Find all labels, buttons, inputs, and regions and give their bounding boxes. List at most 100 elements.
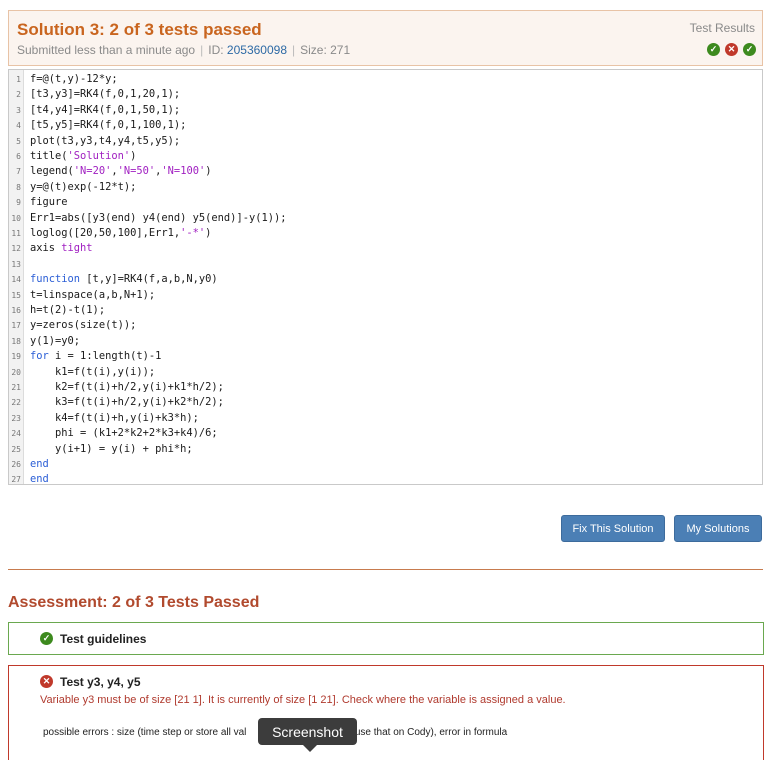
code-line: 3 [t4,y4]=RK4(f,0,1,50,1); bbox=[9, 103, 749, 118]
code-line: 12 axis tight bbox=[9, 241, 749, 256]
test-failure-message: Variable y3 must be of size [21 1]. It i… bbox=[40, 694, 566, 706]
line-number: 26 bbox=[11, 460, 21, 469]
line-number: 5 bbox=[16, 136, 21, 146]
test-results-icons: ✓ ✕ ✓ bbox=[707, 43, 756, 56]
code-keyword: end bbox=[30, 458, 49, 470]
line-number: 25 bbox=[11, 444, 21, 454]
code-text: title('Solution') bbox=[30, 149, 136, 164]
id-label: ID: bbox=[208, 43, 224, 57]
line-number: 3 bbox=[16, 105, 21, 115]
code-token: [t3,y3]=RK4(f,0,1,20,1); bbox=[30, 88, 181, 101]
code-text: y=@(t)exp(-12*t); bbox=[30, 180, 136, 195]
code-token: figure bbox=[30, 196, 68, 209]
code-line: 27 end bbox=[9, 472, 749, 487]
line-number: 8 bbox=[16, 182, 21, 192]
code-text: end bbox=[30, 472, 49, 487]
code-token: loglog([20,50,100],Err1, bbox=[30, 227, 181, 239]
line-number: 22 bbox=[11, 398, 21, 408]
code-line: 19 for i = 1:length(t)-1 bbox=[9, 349, 749, 364]
line-number: 13 bbox=[11, 259, 21, 269]
line-number: 17 bbox=[11, 321, 21, 331]
code-text: k3=f(t(i)+h/2,y(i)+k2*h/2); bbox=[30, 395, 224, 410]
code-line: 22 k3=f(t(i)+h/2,y(i)+k2*h/2); bbox=[9, 395, 749, 410]
code-keyword: function bbox=[30, 273, 81, 286]
code-string: 'Solution' bbox=[67, 150, 131, 162]
line-number: 7 bbox=[16, 167, 21, 177]
code-token: k1=f(t(i),y(i)); bbox=[30, 365, 156, 378]
line-number: 15 bbox=[11, 290, 21, 300]
line-number: 10 bbox=[11, 213, 21, 223]
code-line: 25 y(i+1) = y(i) + phi*h; bbox=[9, 442, 749, 457]
check-icon: ✓ bbox=[743, 43, 756, 56]
code-text: [t3,y3]=RK4(f,0,1,20,1); bbox=[30, 87, 180, 102]
solution-header: Solution 3: 2 of 3 tests passed Submitte… bbox=[8, 10, 763, 66]
meta-separator: | bbox=[200, 43, 204, 57]
my-solutions-button[interactable]: My Solutions bbox=[674, 515, 762, 542]
solution-meta: Submitted less than a minute ago | ID: 205… bbox=[17, 43, 350, 57]
code-line: 18 y(1)=y0; bbox=[9, 334, 749, 349]
line-number: 1 bbox=[16, 75, 21, 84]
check-icon: ✓ bbox=[707, 43, 720, 56]
solution-title: Solution 3: 2 of 3 tests passed bbox=[17, 20, 262, 39]
test-result-pass[interactable]: ✓ Test guidelines bbox=[8, 622, 764, 655]
line-number: 16 bbox=[11, 306, 21, 315]
code-token: ) bbox=[205, 165, 212, 178]
line-number: 18 bbox=[11, 336, 21, 346]
test-name: Test guidelines bbox=[60, 632, 147, 646]
code-token: plot(t3,y3,t4,y4,t5,y5); bbox=[30, 134, 181, 147]
line-number: 20 bbox=[11, 367, 21, 377]
code-token: Err1=abs([y3(end) y4(end) y5(end)]-y(1))… bbox=[30, 211, 287, 224]
line-number: 27 bbox=[11, 475, 21, 485]
line-number: 14 bbox=[11, 275, 21, 285]
code-line: 20 k1=f(t(i),y(i)); bbox=[9, 365, 749, 380]
line-number: 2 bbox=[16, 90, 21, 100]
line-number: 12 bbox=[11, 244, 21, 254]
screenshot-tooltip: Screenshot bbox=[258, 718, 357, 745]
code-line: 23 k4=f(t(i)+h,y(i)+k3*h); bbox=[9, 411, 749, 426]
possible-errors-end: 't use that on Cody), error in formula bbox=[347, 727, 508, 738]
fix-solution-button[interactable]: Fix This Solution bbox=[561, 515, 665, 542]
code-editor[interactable]: 1 f=@(t,y)-12*y; 2 [t3,y3]=RK4(f,0,1,20,1);… bbox=[8, 69, 763, 485]
code-token: y=zeros(size(t)); bbox=[30, 319, 137, 332]
code-line: 21 k2=f(t(i)+h/2,y(i)+k1*h/2); bbox=[9, 380, 749, 395]
code-line: 6 title('Solution') bbox=[9, 149, 749, 164]
code-token: title( bbox=[30, 150, 68, 162]
code-text: Err1=abs([y3(end) y4(end) y5(end)]-y(1))… bbox=[30, 211, 286, 226]
test-results-label: Test Results bbox=[689, 21, 755, 35]
code-line: 13 bbox=[9, 257, 749, 272]
line-number: 6 bbox=[16, 152, 21, 161]
code-string: 'N=100' bbox=[161, 165, 206, 178]
line-number: 19 bbox=[11, 352, 21, 362]
code-token: h=t(2)-t(1); bbox=[30, 304, 106, 316]
solution-id-link[interactable]: 205360098 bbox=[227, 43, 287, 57]
code-token: [t4,y4]=RK4(f,0,1,50,1); bbox=[30, 103, 181, 116]
x-icon: ✕ bbox=[40, 675, 53, 688]
code-token: legend( bbox=[30, 165, 74, 178]
code-token: axis bbox=[30, 242, 62, 255]
line-number: 11 bbox=[11, 229, 21, 238]
code-text: [t4,y4]=RK4(f,0,1,50,1); bbox=[30, 103, 180, 118]
code-string: '-*' bbox=[180, 227, 206, 239]
code-token: y(i+1) = y(i) + phi*h; bbox=[30, 442, 193, 455]
code-line: 2 [t3,y3]=RK4(f,0,1,20,1); bbox=[9, 87, 749, 102]
code-keyword: end bbox=[30, 473, 49, 486]
code-token: ) bbox=[130, 150, 137, 162]
code-text: y=zeros(size(t)); bbox=[30, 318, 136, 333]
code-line: 7 legend('N=20','N=50','N=100') bbox=[9, 164, 749, 179]
code-line: 14 function [t,y]=RK4(f,a,b,N,y0) bbox=[9, 272, 749, 287]
code-token: k4=f(t(i)+h,y(i)+k3*h); bbox=[30, 411, 199, 424]
code-text: figure bbox=[30, 195, 68, 210]
code-line: 17 y=zeros(size(t)); bbox=[9, 318, 749, 333]
section-divider bbox=[8, 569, 763, 570]
code-text: k4=f(t(i)+h,y(i)+k3*h); bbox=[30, 411, 199, 426]
code-text: t=linspace(a,b,N+1); bbox=[30, 288, 155, 303]
code-text: k2=f(t(i)+h/2,y(i)+k1*h/2); bbox=[30, 380, 224, 395]
test-result-fail[interactable]: ✕ Test y3, y4, y5 Variable y3 must be of… bbox=[8, 665, 764, 760]
line-number: 24 bbox=[11, 429, 21, 439]
code-text: axis tight bbox=[30, 241, 93, 256]
code-line: 10 Err1=abs([y3(end) y4(end) y5(end)]-y(1… bbox=[9, 211, 749, 226]
code-string: tight bbox=[61, 242, 93, 255]
code-string: 'N=50' bbox=[117, 165, 156, 178]
code-token: y(1)=y0; bbox=[30, 334, 81, 347]
code-token: t=linspace(a,b,N+1); bbox=[30, 288, 156, 301]
